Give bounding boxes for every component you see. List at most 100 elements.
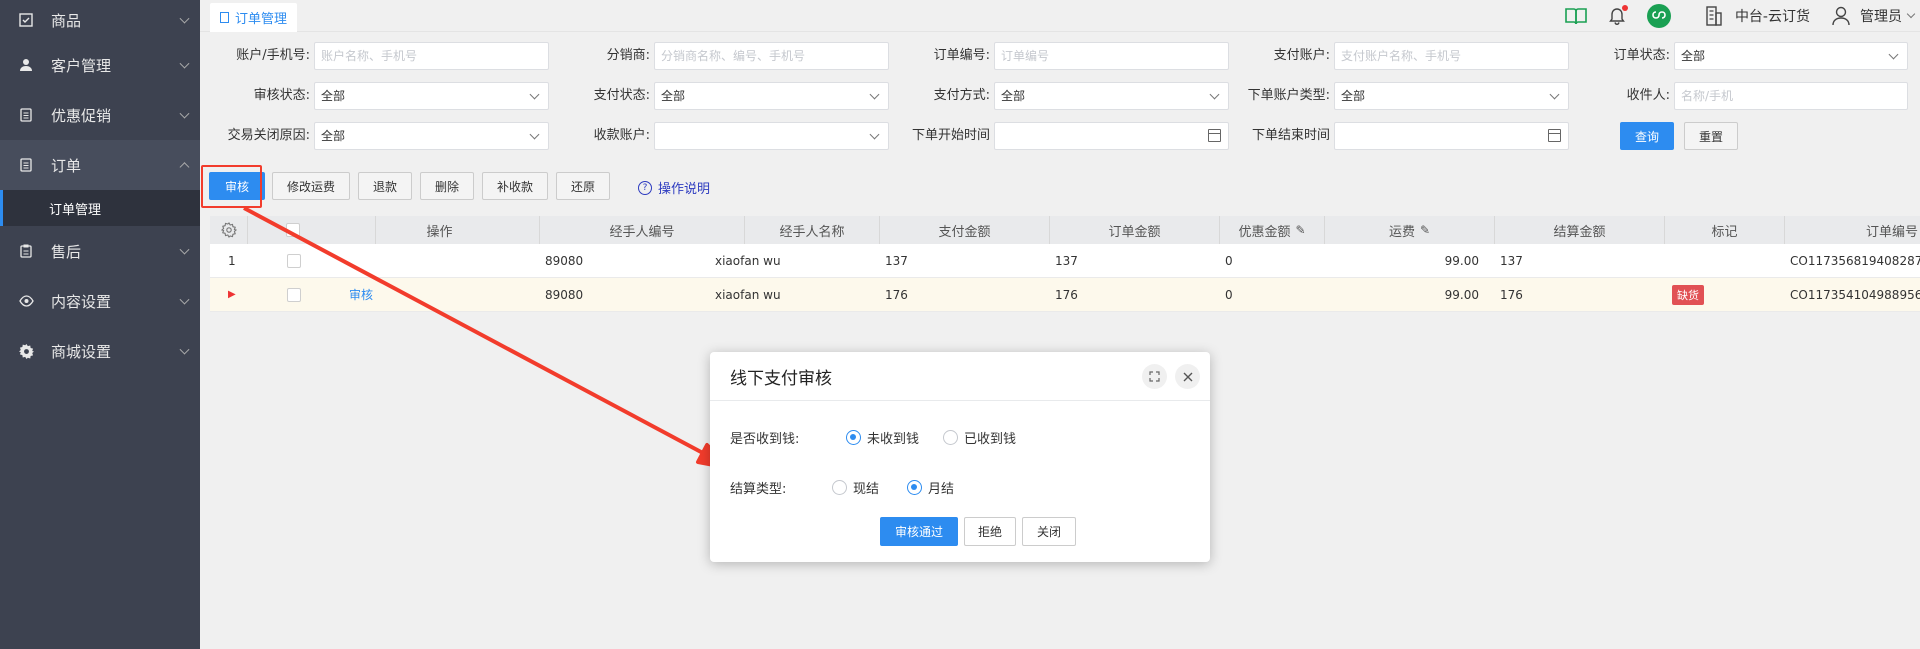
select-value: 全部 [321,129,346,143]
receiver-input[interactable]: 名称/手机 [1674,82,1908,110]
close-reason-select[interactable]: 全部 [314,122,549,150]
sidebar-subitem-label: 订单管理 [49,202,102,218]
document-icon [18,157,34,173]
chevron-up-icon [179,162,190,173]
reset-button[interactable]: 重置 [1684,122,1738,150]
th-order-amount: 订单金额 [1050,216,1220,244]
row-audit-link[interactable]: 审核 [349,278,373,311]
restore-button[interactable]: 还原 [556,172,610,200]
question-icon: ? [638,180,652,195]
org-switcher[interactable]: 中台-云订货 [1705,6,1810,26]
book-icon[interactable] [1565,7,1587,25]
select-value: 全部 [1681,49,1706,63]
start-time-picker[interactable] [994,122,1229,150]
cell-order-no: CO117354104988956 [1790,287,1920,302]
distributor-input[interactable]: 分销商名称、编号、手机号 [654,42,889,70]
sidebar-item-aftersales[interactable]: 售后 [0,226,200,276]
received-label: 是否收到钱: [730,432,800,447]
bell-icon[interactable] [1609,5,1628,25]
help-link[interactable]: ? 操作说明 [638,178,710,197]
row-checkbox-cell [287,278,301,311]
table-row[interactable]: 1 89080 xiaofan wu 137 137 0 99.00 137 C… [210,244,1920,278]
sidebar-item-label: 售后 [51,242,82,261]
pencil-icon[interactable]: ✎ [1295,223,1305,237]
sidebar-item-customers[interactable]: 客户管理 [0,40,200,90]
pay-method-select[interactable]: 全部 [994,82,1229,110]
end-time-picker[interactable] [1334,122,1569,150]
settle-label: 结算类型: [730,482,787,497]
dialog-header: 线下支付审核 [710,352,1210,401]
radio-cash[interactable]: 现结 [832,478,879,497]
user-menu[interactable]: 管理员 [1832,6,1916,26]
th-settle-amount: 结算金额 [1495,216,1665,244]
account-input[interactable]: 账户名称、手机号 [314,42,549,70]
receive-account-label: 收款账户: [593,128,650,143]
th-agent-name: 经手人名称 [745,216,880,244]
th-agent-no: 经手人编号 [540,216,745,244]
account-type-select[interactable]: 全部 [1334,82,1569,110]
row-checkbox[interactable] [287,253,301,268]
org-name: 中台-云订货 [1734,9,1810,25]
sidebar-subitem-order-management[interactable]: 订单管理 [0,190,200,226]
sidebar-item-mall-settings[interactable]: 商城设置 [0,326,200,376]
select-value: 全部 [661,89,686,103]
sidebar-item-content[interactable]: 内容设置 [0,276,200,326]
sidebar-item-promotions[interactable]: 优惠促销 [0,90,200,140]
order-no-label: 订单编号: [933,48,990,63]
table-row[interactable]: ▶ 审核 89080 xiaofan wu 176 176 0 99.00 17… [210,278,1920,312]
th-freight: 运费 ✎ [1325,216,1495,244]
pencil-icon[interactable]: ✎ [1420,223,1430,237]
top-bar: 订单管理 中台-云订货 管理员 [200,0,1920,32]
file-icon [220,12,229,23]
radio-button [832,480,847,495]
refund-button[interactable]: 退款 [358,172,412,200]
highlight-box [201,165,262,208]
cell-order-no: CO117356819408287 [1790,253,1920,268]
calendar-icon [1548,129,1561,142]
chevron-down-icon [179,294,190,305]
pay-status-select[interactable]: 全部 [654,82,889,110]
end-time-label: 下单结束时间 [1251,128,1330,143]
lack-badge: 缺货 [1672,284,1704,305]
cell-agent-name: xiaofan wu [715,253,781,268]
chevron-down-icon [179,108,190,119]
fullscreen-icon[interactable] [1142,364,1167,389]
gear-icon [18,343,34,359]
receive-account-select[interactable] [654,122,889,150]
supplement-button[interactable]: 补收款 [482,172,548,200]
pay-account-input[interactable]: 支付账户名称、手机号 [1334,42,1569,70]
radio-not-received[interactable]: 未收到钱 [846,428,919,447]
cell-freight: 99.00 [1444,287,1479,302]
audit-status-select[interactable]: 全部 [314,82,549,110]
query-button[interactable]: 查询 [1620,122,1674,150]
cell-pay-amount: 176 [885,287,908,302]
sidebar-item-orders[interactable]: 订单 [0,140,200,190]
approve-button[interactable]: 审核通过 [880,517,958,546]
row-checkbox[interactable] [287,287,301,302]
checklist-icon [18,12,34,28]
mini-program-icon[interactable] [1646,4,1671,28]
radio-received[interactable]: 已收到钱 [943,428,1016,447]
sidebar-item-goods[interactable]: 商品 [0,0,200,40]
tab-label: 订单管理 [235,12,288,27]
pay-method-label: 支付方式: [933,88,990,103]
close-icon[interactable] [1175,364,1200,389]
th-discount-label: 优惠金额 [1238,224,1291,240]
reject-button[interactable]: 拒绝 [964,517,1016,546]
modify-freight-button[interactable]: 修改运费 [272,172,350,200]
radio-label: 月结 [928,482,955,497]
radio-monthly[interactable]: 月结 [907,478,954,497]
column-settings-icon[interactable] [210,216,248,244]
offline-payment-audit-dialog: 线下支付审核 是否收到钱: 未收到钱 已收到钱 结算类型: 现结 月结 审核通过… [710,352,1210,562]
sidebar: 商品 客户管理 优惠促销 订单 订单管理 售后 内容设置 商城设置 [0,0,200,649]
close-button[interactable]: 关闭 [1022,517,1076,546]
tab-order-management[interactable]: 订单管理 [210,3,298,32]
notification-dot [1621,5,1628,11]
eye-icon [18,293,34,309]
sidebar-item-label: 订单 [51,156,82,175]
select-all-checkbox[interactable] [286,223,300,237]
cell-order-amount: 176 [1055,287,1078,302]
order-status-select[interactable]: 全部 [1674,42,1908,70]
delete-button[interactable]: 删除 [420,172,474,200]
order-no-input[interactable]: 订单编号 [994,42,1229,70]
